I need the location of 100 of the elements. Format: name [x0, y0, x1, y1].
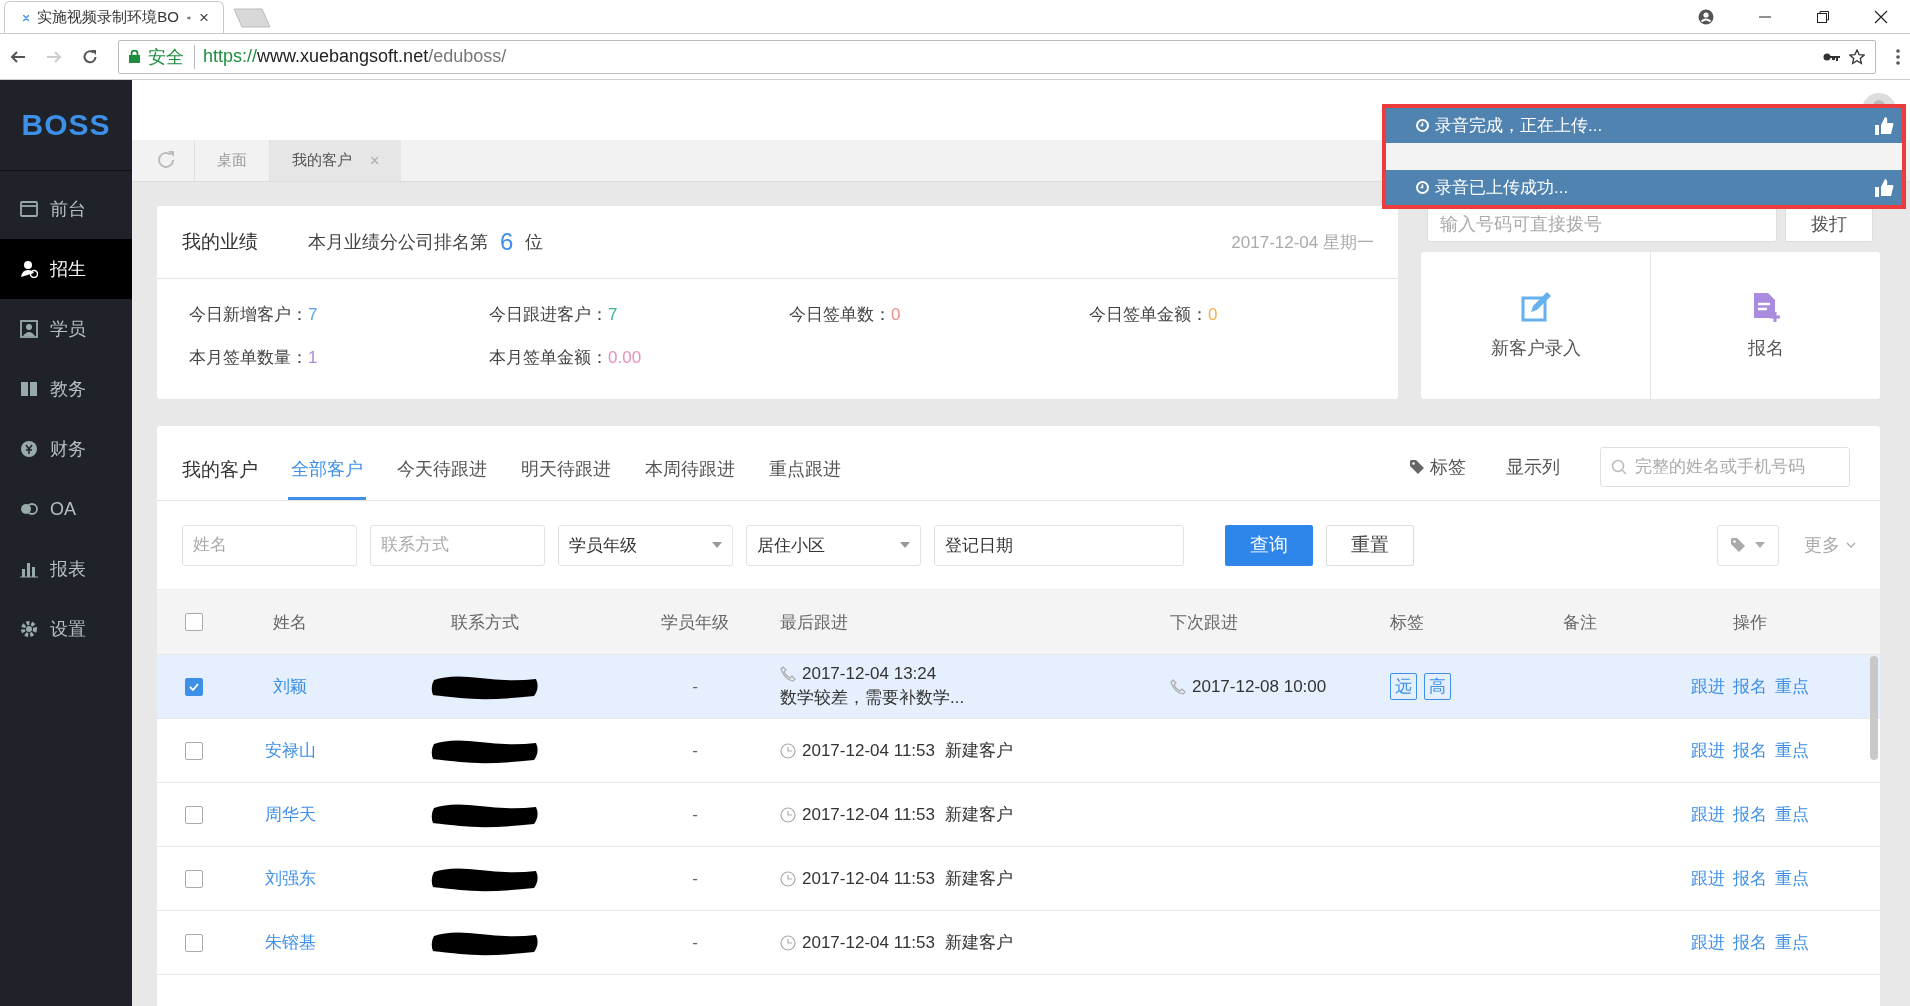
back-icon[interactable] — [10, 48, 26, 65]
search-field[interactable]: 完整的姓名或手机号码 — [1600, 447, 1850, 487]
forward-icon[interactable] — [46, 48, 62, 65]
filter-tab[interactable]: 明天待跟进 — [518, 457, 614, 500]
profile-icon[interactable] — [1698, 8, 1714, 25]
checkbox[interactable] — [184, 869, 203, 888]
follow-up-time: 2017-12-04 11:53 — [802, 932, 935, 953]
check-icon — [188, 682, 199, 691]
follow-up-time: 2017-12-04 11:53 — [802, 740, 935, 761]
sidebar-item[interactable]: 财务 — [0, 419, 132, 479]
sidebar-item[interactable]: 报表 — [0, 539, 132, 599]
stat-label: 今日跟进客户： — [489, 305, 608, 324]
menu-icon[interactable] — [1896, 48, 1900, 65]
columns-button[interactable]: 显示列 — [1506, 447, 1560, 479]
page-tab[interactable]: 我的客户 × — [269, 140, 402, 181]
name-link[interactable]: 刘强东 — [264, 867, 316, 890]
quick-action[interactable]: 报名 — [1651, 252, 1880, 399]
reload-icon[interactable] — [82, 48, 98, 65]
settings-icon — [20, 620, 38, 638]
stat-value: 0 — [891, 305, 901, 324]
caret-icon — [712, 542, 722, 548]
sidebar-item[interactable]: 教务 — [0, 359, 132, 419]
action-link[interactable]: 跟进 — [1691, 931, 1725, 954]
sidebar-item[interactable]: 前台 — [0, 179, 132, 239]
clock-icon — [780, 742, 796, 759]
user-card-icon — [20, 320, 38, 338]
close-icon[interactable] — [1874, 9, 1888, 24]
sidebar-item[interactable]: 招生 — [0, 239, 132, 299]
stat-value: 0.00 — [608, 348, 642, 367]
notification-text: 录音完成，正在上传... — [1435, 115, 1603, 137]
clock-icon — [780, 870, 796, 887]
sidebar-item[interactable]: 设置 — [0, 599, 132, 659]
action-link[interactable]: 跟进 — [1691, 739, 1725, 762]
browser-tab[interactable]: 实施视频录制环境BO × — [4, 1, 224, 33]
tab-close-button[interactable]: × — [199, 7, 209, 28]
calendar-icon — [20, 200, 38, 218]
stat-label: 今日签单数： — [789, 305, 891, 324]
key-icon[interactable] — [1823, 51, 1841, 62]
checkbox[interactable] — [184, 933, 203, 952]
filter-tab[interactable]: 重点跟进 — [766, 457, 844, 500]
table-row[interactable]: 刘颖 - 2017-12-04 13:24 数学较差，需要补数学... 2017-12-08 10:00 远 高 跟进 报名 重点 — [157, 655, 1880, 719]
checkbox[interactable] — [184, 741, 203, 760]
action-link[interactable]: 跟进 — [1691, 867, 1725, 890]
reset-button[interactable]: 重置 — [1326, 524, 1414, 566]
input-field[interactable]: 登记日期 — [934, 524, 1184, 566]
table-row[interactable]: 安禄山 - 2017-12-04 11:53 新建客户 跟进 报名 重点 — [157, 719, 1880, 783]
input-field[interactable]: 联系方式 — [370, 524, 545, 566]
tag-button[interactable]: 标签 — [1410, 447, 1466, 479]
action-link[interactable]: 跟进 — [1691, 803, 1725, 826]
column-header: 姓名 — [273, 611, 307, 634]
star-icon[interactable] — [1849, 48, 1865, 65]
scrollbar[interactable] — [1870, 656, 1878, 760]
clock-icon — [780, 806, 796, 823]
clock-icon — [1416, 119, 1429, 132]
table-row[interactable]: 朱镕基 - 2017-12-04 11:53 新建客户 跟进 报名 重点 — [157, 911, 1880, 975]
sidebar-item[interactable]: OA — [0, 479, 132, 539]
query-button[interactable]: 查询 — [1225, 524, 1313, 566]
checkbox[interactable] — [184, 677, 203, 696]
user-add-icon — [20, 260, 38, 278]
table-cell: - — [692, 676, 698, 697]
search-icon — [1611, 459, 1627, 475]
table-row[interactable]: 周华天 - 2017-12-04 11:53 新建客户 跟进 报名 重点 — [157, 783, 1880, 847]
input-field[interactable]: 姓名 — [182, 524, 357, 566]
column-header: 标签 — [1390, 611, 1424, 634]
checkbox[interactable] — [184, 805, 203, 824]
next-follow-up-time: 2017-12-08 10:00 — [1192, 676, 1327, 697]
chevron-icon — [1846, 542, 1856, 548]
address-bar[interactable]: 安全 https://www.xuebangsoft.net/eduboss/ — [118, 39, 1876, 74]
filter-tab[interactable]: 本周待跟进 — [642, 457, 738, 500]
tag-icon — [1731, 538, 1745, 552]
dropdown[interactable]: 居住小区 — [746, 524, 921, 566]
stat-label: 本月签单金额： — [489, 348, 608, 367]
table-row[interactable]: 刘强东 - 2017-12-04 11:53 新建客户 跟进 报名 重点 — [157, 847, 1880, 911]
logo: BOSS — [21, 108, 111, 142]
card-title: 我的客户 — [182, 458, 258, 482]
sidebar-item[interactable]: 学员 — [0, 299, 132, 359]
restore-icon[interactable] — [1816, 9, 1830, 24]
tag: 高 — [1424, 673, 1451, 700]
follow-up-note: 新建客户 — [944, 740, 1013, 762]
refresh-icon[interactable] — [156, 150, 176, 170]
new-tab-button[interactable] — [232, 7, 272, 29]
url-text: https://www.xuebangsoft.net/eduboss/ — [203, 46, 507, 67]
quick-action[interactable]: 新客户录入 — [1421, 252, 1651, 399]
column-header: 备注 — [1563, 611, 1597, 634]
thumbs-up-icon — [1874, 115, 1894, 136]
stat-value: 1 — [308, 348, 318, 367]
thumbs-up-icon — [1874, 177, 1894, 198]
checkbox[interactable] — [184, 613, 203, 631]
filter-tab[interactable]: 今天待跟进 — [394, 457, 490, 500]
table-cell: - — [692, 868, 698, 889]
dropdown[interactable]: 学员年级 — [558, 524, 733, 566]
yen-icon — [20, 440, 38, 458]
caret-icon — [900, 542, 910, 548]
table-cell: - — [692, 932, 698, 953]
column-header: 学员年级 — [661, 611, 729, 634]
tag: 远 — [1390, 673, 1417, 700]
date-text: 2017-12-04 星期一 — [1231, 231, 1374, 254]
tag-dropdown[interactable] — [1717, 524, 1779, 566]
stat-label: 今日新增客户： — [189, 305, 308, 324]
column-header: 操作 — [1733, 611, 1767, 634]
